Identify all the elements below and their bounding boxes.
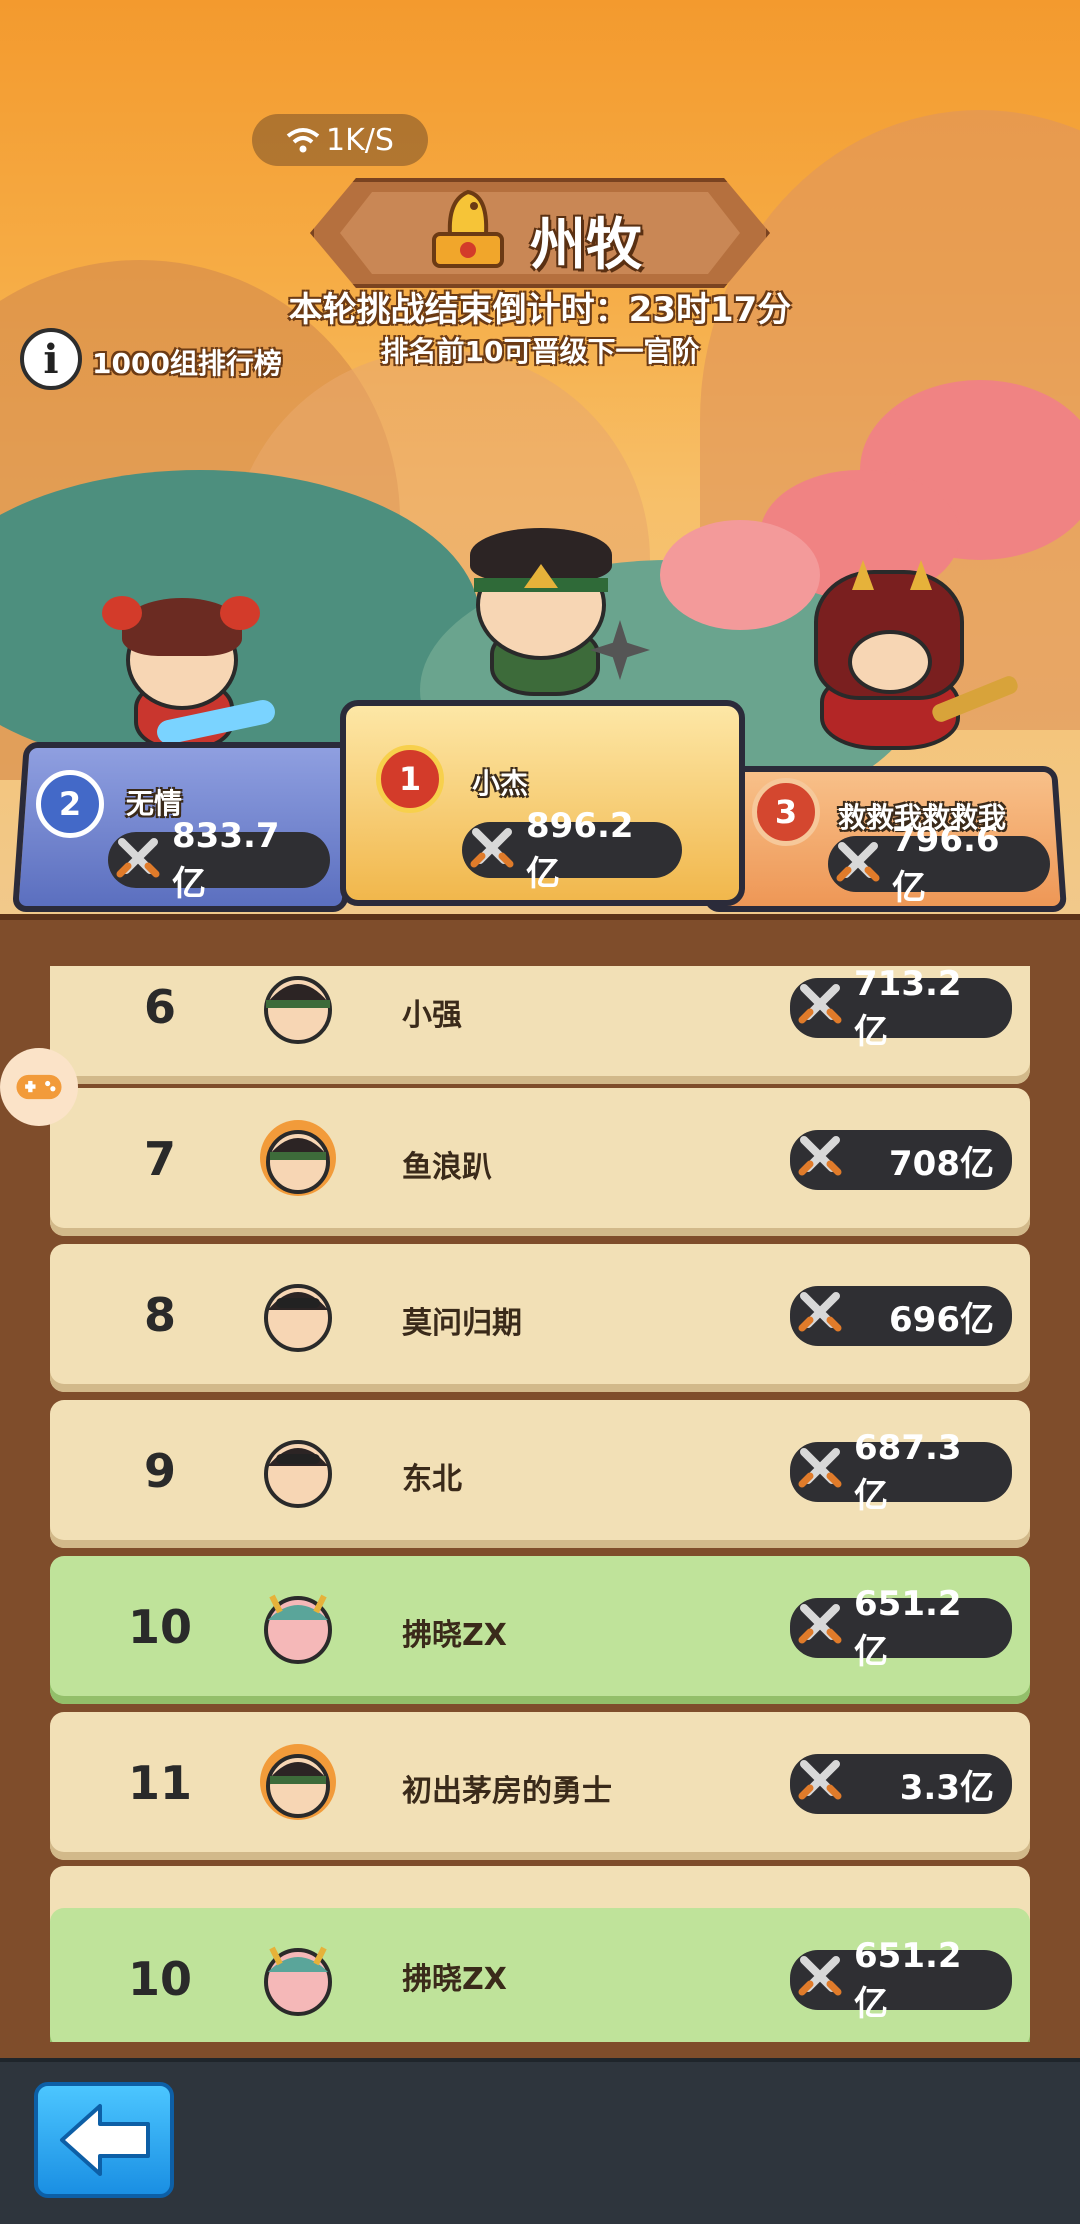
podium-character-3	[790, 560, 1021, 760]
player-avatar	[264, 1594, 332, 1664]
own-player-name: 拂晓ZX	[402, 1962, 507, 1997]
rank-title: 州牧	[530, 213, 642, 278]
row-rank: 9	[143, 1444, 176, 1498]
crossed-swords-icon	[798, 1604, 842, 1644]
ranking-row[interactable]: 8 莫问归期 696亿	[50, 1244, 1030, 1392]
info-icon[interactable]: i	[20, 328, 82, 390]
ranking-row[interactable]: 9 东北 687.3亿	[50, 1400, 1030, 1548]
row-rank: 11	[127, 1756, 192, 1810]
gamepad-icon[interactable]	[0, 1048, 78, 1126]
crossed-swords-icon	[798, 1448, 842, 1488]
back-arrow-icon	[60, 2104, 150, 2176]
crossed-swords-icon	[836, 842, 880, 882]
seal-icon	[432, 189, 504, 268]
power-value: 687.3亿	[854, 1427, 962, 1516]
power-value: 833.7亿	[172, 815, 280, 904]
podium-power-1: 896.2亿	[462, 806, 682, 894]
row-power: 696亿	[790, 1286, 1012, 1346]
crossed-swords-icon	[798, 1292, 842, 1332]
crossed-swords-icon	[798, 984, 842, 1024]
power-value: 796.6亿	[892, 819, 1000, 908]
power-value: 651.2亿	[854, 1583, 962, 1672]
rank-medal-3: 3	[752, 778, 820, 846]
ranking-row[interactable]: 11 初出茅房的勇士 3.3亿	[50, 1712, 1030, 1860]
crossed-swords-icon	[798, 1136, 842, 1176]
ranking-row-highlighted[interactable]: 10 拂晓ZX 651.2亿	[50, 1556, 1030, 1704]
own-rank: 10	[127, 1952, 192, 2006]
row-player-name: 拂晓ZX	[402, 1618, 507, 1653]
player-avatar	[260, 1744, 336, 1820]
crossed-swords-icon	[798, 1760, 842, 1800]
ranking-list[interactable]: 6 小强 713.2亿 7 鱼浪趴 708亿 8 莫问归期 696亿 9 东北 …	[0, 966, 1080, 2042]
row-power: 708亿	[790, 1130, 1012, 1190]
rank-medal-1: 1	[376, 745, 444, 813]
rank-medal-2: 2	[36, 770, 104, 838]
podium-power-3: 796.6亿	[828, 820, 1050, 908]
podium-character-2	[96, 590, 278, 750]
own-rank-row[interactable]: 10 拂晓ZX 651.2亿	[50, 1908, 1030, 2042]
row-rank: 6	[143, 980, 176, 1034]
own-power: 651.2亿	[790, 1936, 1012, 2024]
crossed-swords-icon	[470, 828, 514, 868]
player-avatar	[264, 976, 332, 1044]
player-avatar	[264, 1284, 332, 1352]
leaderboard-group-label[interactable]: 1000组排行榜	[92, 342, 282, 382]
row-player-name: 小强	[402, 998, 462, 1033]
podium-name-1[interactable]: 小杰	[472, 762, 528, 802]
row-player-name: 鱼浪趴	[402, 1150, 492, 1185]
network-speed-pill: 1K/S	[252, 114, 428, 166]
row-rank: 10	[127, 1600, 192, 1654]
power-value: 3.3亿	[899, 1767, 994, 1808]
row-player-name: 初出茅房的勇士	[402, 1774, 612, 1809]
crossed-swords-icon	[116, 838, 160, 878]
row-player-name: 莫问归期	[402, 1306, 522, 1341]
ranking-row[interactable]: 6 小强 713.2亿	[50, 966, 1030, 1084]
crossed-swords-icon	[798, 1956, 842, 1996]
player-avatar	[260, 1120, 336, 1196]
network-speed-text: 1K/S	[326, 122, 394, 158]
ranking-row[interactable]: 7 鱼浪趴 708亿	[50, 1088, 1030, 1236]
power-value: 713.2亿	[854, 966, 962, 1052]
power-value: 696亿	[889, 1299, 994, 1340]
row-power: 687.3亿	[790, 1428, 1012, 1516]
player-avatar	[264, 1946, 332, 2016]
row-rank: 8	[143, 1288, 176, 1342]
row-power: 3.3亿	[790, 1754, 1012, 1814]
wifi-icon	[286, 126, 320, 154]
back-button[interactable]	[34, 2082, 174, 2198]
row-player-name: 东北	[402, 1462, 462, 1497]
row-power: 713.2亿	[790, 966, 1012, 1052]
power-value: 896.2亿	[526, 805, 634, 894]
challenge-countdown: 本轮挑战结束倒计时：23时17分	[288, 290, 792, 330]
podium-power-2: 833.7亿	[108, 816, 330, 904]
row-power: 651.2亿	[790, 1584, 1012, 1672]
player-avatar	[264, 1440, 332, 1508]
row-rank: 7	[143, 1132, 176, 1186]
power-value: 651.2亿	[854, 1935, 962, 2024]
podium-character-1	[440, 520, 650, 700]
power-value: 708亿	[889, 1143, 994, 1184]
